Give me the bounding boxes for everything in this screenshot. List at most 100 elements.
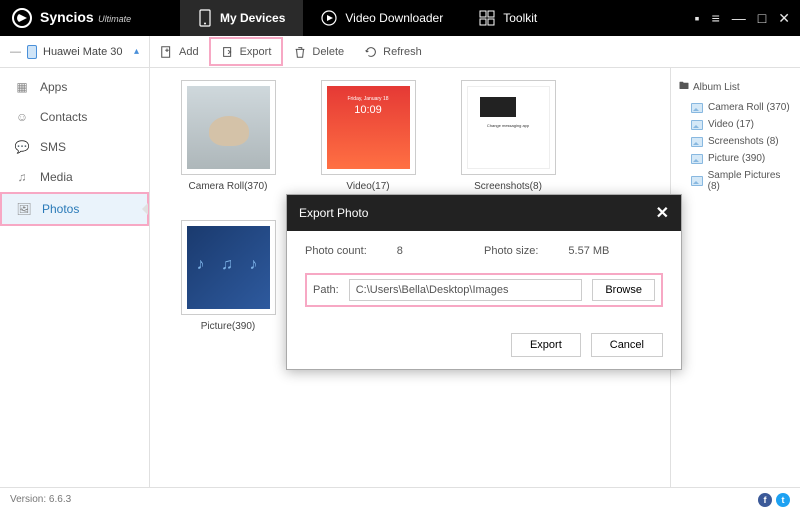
apps-icon: ▦	[14, 80, 30, 94]
chevron-up-icon: ▴	[134, 46, 139, 57]
album-thumbnail	[321, 80, 416, 175]
btn-label: Delete	[312, 46, 344, 58]
btn-label: Export	[240, 46, 272, 58]
export-icon	[221, 45, 235, 59]
add-button[interactable]: Add	[150, 36, 209, 67]
album-thumbnail	[181, 80, 276, 175]
sidebar-item-photos[interactable]: 🖼 Photos	[0, 192, 149, 226]
album-caption: Video(17)	[318, 181, 418, 192]
close-icon[interactable]: ✕	[778, 10, 790, 27]
connection-indicator: —	[10, 46, 21, 58]
delete-button[interactable]: Delete	[283, 36, 354, 67]
album-list-title: Album List	[693, 82, 740, 93]
play-icon	[321, 10, 337, 26]
image-icon	[691, 176, 703, 186]
minimize-icon[interactable]: —	[732, 10, 746, 27]
album-list-item[interactable]: Screenshots (8)	[675, 133, 796, 150]
main-nav: My Devices Video Downloader Toolkit	[180, 0, 555, 36]
photo-size-value: 5.57 MB	[568, 245, 609, 257]
dialog-info-row: Photo count: 8 Photo size: 5.57 MB	[305, 245, 663, 257]
image-icon	[691, 103, 703, 113]
album-list-item[interactable]: Sample Pictures (8)	[675, 167, 796, 195]
feedback-icon[interactable]: ▪	[695, 10, 700, 27]
title-bar: Syncios Ultimate My Devices Video Downlo…	[0, 0, 800, 36]
window-controls: ▪ ≡ — □ ✕	[685, 10, 800, 27]
close-icon[interactable]: ✕	[656, 203, 669, 223]
tab-video-downloader[interactable]: Video Downloader	[303, 0, 461, 36]
label: Photos	[42, 202, 79, 216]
album-video[interactable]: Video(17)	[318, 80, 418, 192]
sidebar-item-sms[interactable]: 💬 SMS	[0, 132, 149, 162]
album-picture[interactable]: Picture(390)	[178, 220, 278, 344]
album-list-item[interactable]: Video (17)	[675, 116, 796, 133]
album-thumbnail	[461, 80, 556, 175]
dialog-header: Export Photo ✕	[287, 195, 681, 231]
cancel-button[interactable]: Cancel	[591, 333, 663, 357]
sidebar: ▦ Apps ☺ Contacts 💬 SMS ♫ Media 🖼 Photos	[0, 68, 150, 487]
toolbar-actions: Add Export Delete Refresh	[150, 36, 432, 67]
album-caption: Picture(390)	[178, 321, 278, 332]
photo-count-label: Photo count:	[305, 245, 367, 257]
device-name: Huawei Mate 30	[43, 46, 123, 58]
browse-button[interactable]: Browse	[592, 279, 655, 301]
twitter-icon[interactable]: t	[776, 493, 790, 507]
label: Media	[40, 170, 73, 184]
export-confirm-button[interactable]: Export	[511, 333, 581, 357]
path-row: Path: Browse	[305, 273, 663, 307]
tab-toolkit[interactable]: Toolkit	[461, 0, 555, 36]
label: Apps	[40, 80, 67, 94]
tab-my-devices[interactable]: My Devices	[180, 0, 303, 36]
album-camera-roll[interactable]: Camera Roll(370)	[178, 80, 278, 192]
phone-icon	[27, 45, 37, 59]
sidebar-item-media[interactable]: ♫ Media	[0, 162, 149, 192]
tab-label: Toolkit	[503, 11, 537, 25]
album-list-item[interactable]: Camera Roll (370)	[675, 99, 796, 116]
menu-icon[interactable]: ≡	[712, 10, 720, 27]
tab-label: My Devices	[220, 11, 285, 25]
album-caption: Camera Roll(370)	[178, 181, 278, 192]
image-icon	[691, 154, 703, 164]
device-icon	[198, 9, 212, 27]
photo-count-value: 8	[397, 245, 403, 257]
media-icon: ♫	[14, 170, 30, 184]
sidebar-item-apps[interactable]: ▦ Apps	[0, 72, 149, 102]
status-bar: Version: 6.6.3 f t	[0, 487, 800, 511]
toolbar: — Huawei Mate 30 ▴ Add Export Delete Ref…	[0, 36, 800, 68]
dialog-footer: Export Cancel	[287, 321, 681, 369]
app-logo: Syncios Ultimate	[0, 8, 180, 28]
tab-label: Video Downloader	[345, 11, 443, 25]
btn-label: Add	[179, 46, 199, 58]
toolkit-icon	[479, 10, 495, 26]
trash-icon	[293, 45, 307, 59]
dialog-title: Export Photo	[299, 206, 368, 220]
btn-label: Refresh	[383, 46, 422, 58]
photos-icon: 🖼	[16, 202, 32, 216]
social-links: f t	[758, 493, 790, 507]
syncios-icon	[12, 8, 32, 28]
album-list-panel: 🖿 Album List Camera Roll (370) Video (17…	[670, 68, 800, 487]
maximize-icon[interactable]: □	[758, 10, 766, 27]
path-input[interactable]	[349, 279, 583, 301]
contacts-icon: ☺	[14, 110, 30, 124]
sms-icon: 💬	[14, 140, 30, 154]
album-caption: Screenshots(8)	[458, 181, 558, 192]
album-screenshots[interactable]: Screenshots(8)	[458, 80, 558, 192]
facebook-icon[interactable]: f	[758, 493, 772, 507]
device-selector[interactable]: — Huawei Mate 30 ▴	[0, 36, 150, 67]
album-list-header: 🖿 Album List	[675, 76, 796, 99]
export-photo-dialog: Export Photo ✕ Photo count: 8 Photo size:…	[286, 194, 682, 370]
path-label: Path:	[313, 284, 339, 296]
sidebar-item-contacts[interactable]: ☺ Contacts	[0, 102, 149, 132]
album-list-item[interactable]: Picture (390)	[675, 150, 796, 167]
image-icon	[691, 137, 703, 147]
folder-icon: 🖿	[679, 79, 689, 96]
photo-size-label: Photo size:	[484, 245, 538, 257]
app-name: Syncios Ultimate	[40, 9, 131, 27]
image-icon	[691, 120, 703, 130]
refresh-button[interactable]: Refresh	[354, 36, 432, 67]
label: SMS	[40, 140, 66, 154]
album-thumbnail	[181, 220, 276, 315]
export-button[interactable]: Export	[209, 37, 284, 66]
add-icon	[160, 45, 174, 59]
label: Contacts	[40, 110, 87, 124]
